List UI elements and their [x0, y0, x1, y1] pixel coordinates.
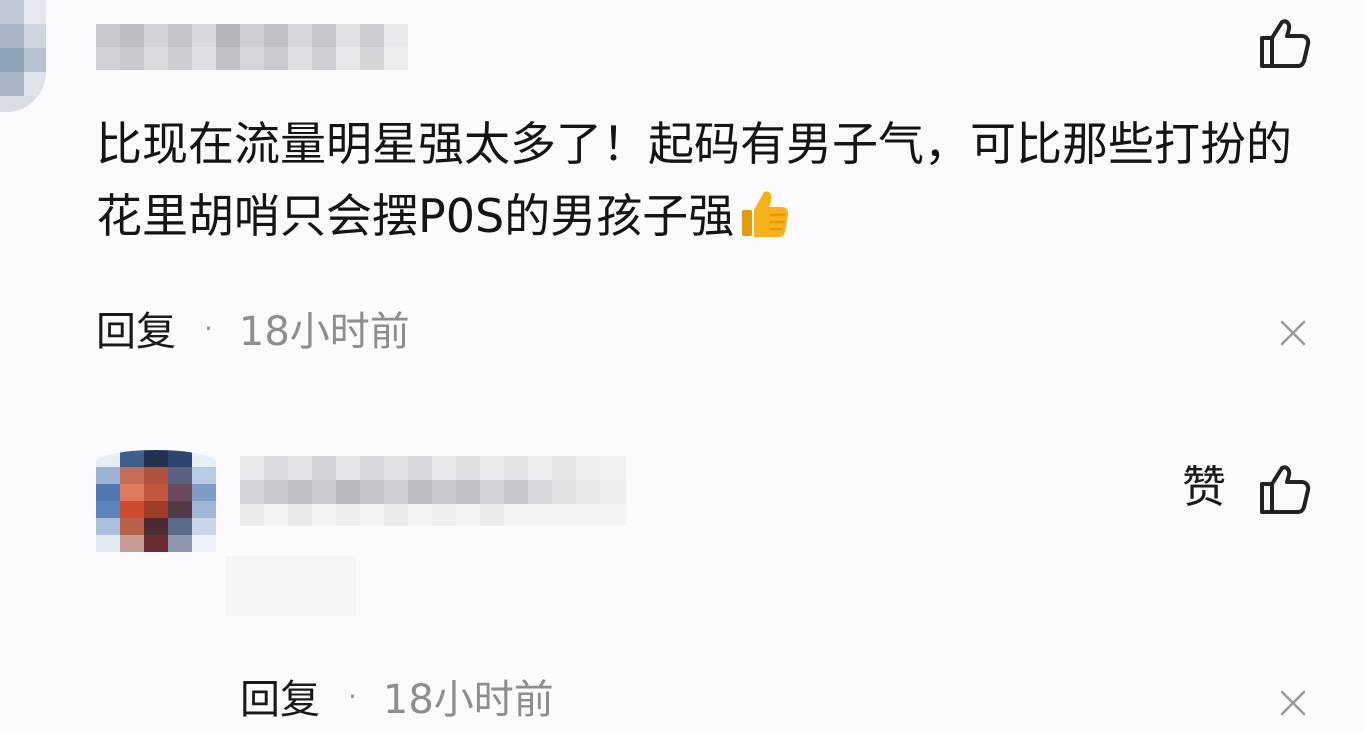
comment-body: 比现在流量明星强太多了！起码有男子气，可比那些打扮的花里胡哨只会摆P0S的男孩子…: [96, 117, 1292, 243]
comment-meta: 回复 · 18小时前: [96, 300, 410, 356]
thumbs-up-outline-icon: [1260, 19, 1311, 68]
thumbs-up-emoji-icon: [738, 188, 790, 240]
close-icon: [1280, 690, 1306, 716]
like-label[interactable]: 赞: [1182, 460, 1226, 516]
close-icon: [1280, 320, 1306, 346]
reply-button[interactable]: 回复: [240, 667, 320, 725]
dismiss-button[interactable]: [1278, 318, 1308, 348]
avatar[interactable]: [96, 450, 216, 552]
like-button[interactable]: [1258, 462, 1312, 516]
like-button[interactable]: [1258, 16, 1312, 70]
username-blurred[interactable]: [240, 456, 626, 526]
username-blurred[interactable]: [96, 24, 408, 70]
meta-separator: ·: [204, 311, 213, 345]
comment-meta: 回复 · 18小时前: [240, 668, 554, 724]
thumbs-up-outline-icon: [1260, 465, 1311, 514]
avatar[interactable]: [0, 0, 46, 112]
comment-text: 比现在流量明星强太多了！起码有男子气，可比那些打扮的花里胡哨只会摆P0S的男孩子…: [96, 108, 1316, 252]
timestamp: 18小时前: [382, 677, 554, 723]
reply-button[interactable]: 回复: [96, 299, 176, 357]
dismiss-button[interactable]: [1278, 688, 1308, 718]
timestamp: 18小时前: [238, 309, 410, 355]
meta-separator: ·: [348, 679, 357, 713]
blurred-comment-text: [226, 556, 356, 616]
